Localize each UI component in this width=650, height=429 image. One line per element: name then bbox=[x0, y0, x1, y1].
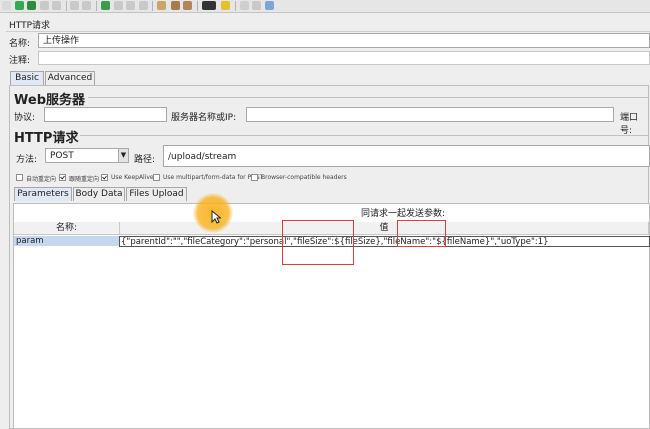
remote-exit-icon[interactable] bbox=[126, 1, 135, 10]
name-field[interactable]: 上传操作 bbox=[38, 33, 650, 48]
port-label: 端口号: bbox=[620, 113, 639, 136]
column-header-name[interactable]: 名称: bbox=[14, 222, 120, 235]
clear-icon[interactable] bbox=[139, 1, 148, 10]
keepalive-label: Use KeepAlive bbox=[111, 174, 154, 181]
http-request-title: HTTP请求 bbox=[14, 131, 79, 146]
auto-redirect-label: 自动重定向 bbox=[26, 176, 57, 183]
path-label: 路径: bbox=[134, 155, 156, 165]
toolbar-separator bbox=[96, 1, 97, 11]
function-helper-icon[interactable] bbox=[240, 1, 249, 10]
param-name-cell[interactable]: param bbox=[14, 236, 119, 246]
toolbar-separator bbox=[235, 1, 236, 11]
protocol-label: 协议: bbox=[14, 113, 36, 123]
panel-title: HTTP请求 bbox=[9, 21, 51, 31]
multipart-label: Use multipart/form-data for POST bbox=[163, 174, 264, 181]
remote-stop-all-icon[interactable] bbox=[114, 1, 123, 10]
method-select[interactable]: POST bbox=[45, 148, 119, 163]
clear-all-icon[interactable] bbox=[157, 1, 166, 10]
reset-search-icon[interactable] bbox=[221, 1, 230, 10]
path-field[interactable]: /upload/stream bbox=[163, 145, 650, 167]
browser-headers-checkbox[interactable] bbox=[251, 174, 258, 181]
comment-field[interactable] bbox=[38, 51, 650, 65]
params-caption: 同请求一起发送参数: bbox=[361, 209, 446, 219]
clear-all-results-icon[interactable] bbox=[183, 1, 192, 10]
tab-files-upload[interactable]: Files Upload bbox=[126, 187, 187, 201]
param-value-cell[interactable]: {"parentId":"","fileCategory":"personal"… bbox=[119, 236, 650, 247]
browser-headers-label: Browser-compatible headers bbox=[261, 174, 347, 181]
server-label: 服务器名称或IP: bbox=[171, 113, 237, 123]
tab-advanced[interactable]: Advanced bbox=[45, 71, 95, 85]
tab-body-data[interactable]: Body Data bbox=[73, 187, 125, 201]
follow-redirects-label: 跟随重定向 bbox=[69, 176, 100, 183]
shutdown-icon[interactable] bbox=[52, 1, 61, 10]
help-icon[interactable] bbox=[252, 1, 261, 10]
web-server-divider bbox=[88, 97, 648, 98]
name-label: 名称: bbox=[9, 39, 31, 49]
toolbar-separator bbox=[197, 1, 198, 11]
http-request-divider bbox=[80, 135, 648, 136]
broom-icon[interactable] bbox=[171, 1, 180, 10]
web-server-title: Web服务器 bbox=[14, 93, 85, 108]
remote-stop-icon[interactable] bbox=[101, 1, 110, 10]
toolbar bbox=[0, 0, 650, 13]
toolbar-separator bbox=[152, 1, 153, 11]
follow-redirects-checkbox[interactable] bbox=[59, 174, 66, 181]
mouse-pointer-icon bbox=[211, 210, 221, 224]
divider bbox=[6, 31, 650, 32]
log-viewer-icon[interactable] bbox=[265, 1, 274, 10]
start-no-pause-icon[interactable] bbox=[27, 1, 36, 10]
multipart-checkbox[interactable] bbox=[153, 174, 160, 181]
keepalive-checkbox[interactable] bbox=[101, 174, 108, 181]
method-label: 方法: bbox=[16, 155, 38, 165]
remote-start-icon[interactable] bbox=[70, 1, 79, 10]
comment-label: 注释: bbox=[9, 56, 31, 66]
chevron-down-icon[interactable]: ▼ bbox=[118, 148, 129, 163]
stop-icon[interactable] bbox=[40, 1, 49, 10]
highlight-filesize-box bbox=[282, 220, 354, 265]
start-icon[interactable] bbox=[15, 1, 24, 10]
tab-parameters[interactable]: Parameters bbox=[14, 187, 72, 201]
toolbar-separator bbox=[66, 1, 67, 11]
server-field[interactable] bbox=[246, 107, 614, 122]
highlight-filename-box bbox=[397, 220, 446, 247]
search-binoculars-icon[interactable] bbox=[202, 1, 216, 10]
new-icon[interactable] bbox=[2, 1, 11, 10]
remote-start-all-icon[interactable] bbox=[82, 1, 91, 10]
auto-redirect-checkbox[interactable] bbox=[16, 174, 23, 181]
protocol-field[interactable] bbox=[44, 107, 167, 122]
tab-basic[interactable]: Basic bbox=[10, 71, 44, 85]
